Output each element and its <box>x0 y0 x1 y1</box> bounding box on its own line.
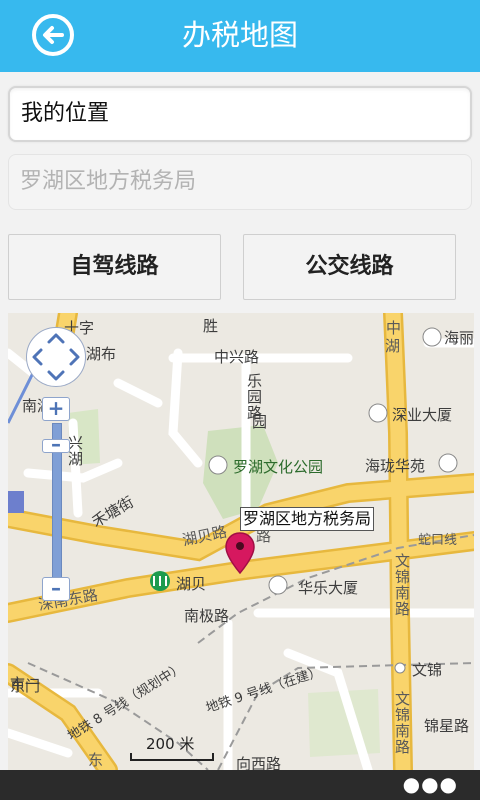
pan-arrows-icon <box>32 333 80 381</box>
map-label-shiyi: 市一 <box>10 675 41 693</box>
map-label-hubu: 湖布 <box>86 345 117 363</box>
map-scale-bar <box>130 753 214 761</box>
bottom-bar: ●●● <box>0 770 480 800</box>
map-label-hu-edge: 湖 <box>385 337 401 355</box>
zoom-handle[interactable]: – <box>42 434 70 454</box>
map-scale-label: 200 米 <box>146 735 195 753</box>
map-label-luohu-park: 罗湖文化公园 <box>233 458 324 476</box>
page-title: 办税地图 <box>181 18 298 52</box>
map-label-huale: 华乐大厦 <box>298 579 359 597</box>
bus-route-button[interactable]: 公交线路 <box>243 234 456 300</box>
destination-callout: 罗湖区地方税务局 <box>240 507 375 531</box>
map-label-wenjin-south-1: 文锦南路 <box>393 553 411 617</box>
zoom-out-button[interactable]: – <box>42 577 70 601</box>
map-view[interactable]: 中兴路 乐园路 罗湖文化公园 深业大厦 海珑华苑 海丽 禾塘街 湖贝路 湖贝 华… <box>8 313 474 770</box>
map-label-hubei-station: 湖贝 <box>176 575 207 593</box>
map-label-nanji: 南极路 <box>184 607 230 625</box>
map-pin-icon[interactable] <box>223 531 257 575</box>
more-icon[interactable]: ●●● <box>403 772 458 796</box>
metro-icon <box>150 571 170 591</box>
map-label-hai-edge: 海丽 <box>444 329 474 347</box>
map-label-dong-edge: 东 <box>88 751 104 769</box>
map-label-shenye: 深业大厦 <box>392 406 453 424</box>
destination-field[interactable]: 罗湖区地方税务局 <box>8 154 472 210</box>
map-label-yuan: 园 <box>252 413 268 431</box>
app-header: 办税地图 <box>0 0 480 72</box>
map-label-wenjin-station: 文锦 <box>412 661 443 679</box>
map-label-haiyan: 海珑华苑 <box>365 457 426 475</box>
map-label-sheng-edge: 胜 <box>203 317 219 335</box>
pan-control[interactable] <box>26 327 86 387</box>
zoom-in-button[interactable]: + <box>42 397 70 421</box>
map-label-wenjin-south-2: 文锦南路 <box>393 691 411 755</box>
drive-route-button[interactable]: 自驾线路 <box>8 234 221 300</box>
map-label-zhongxing: 中兴路 <box>214 348 260 366</box>
origin-field[interactable]: 我的位置 <box>8 86 472 142</box>
map-label-shekou-line: 蛇口线 <box>418 533 458 548</box>
map-label-jinxing: 锦星路 <box>424 717 470 735</box>
map-label-xiangxi: 向西路 <box>236 755 282 770</box>
